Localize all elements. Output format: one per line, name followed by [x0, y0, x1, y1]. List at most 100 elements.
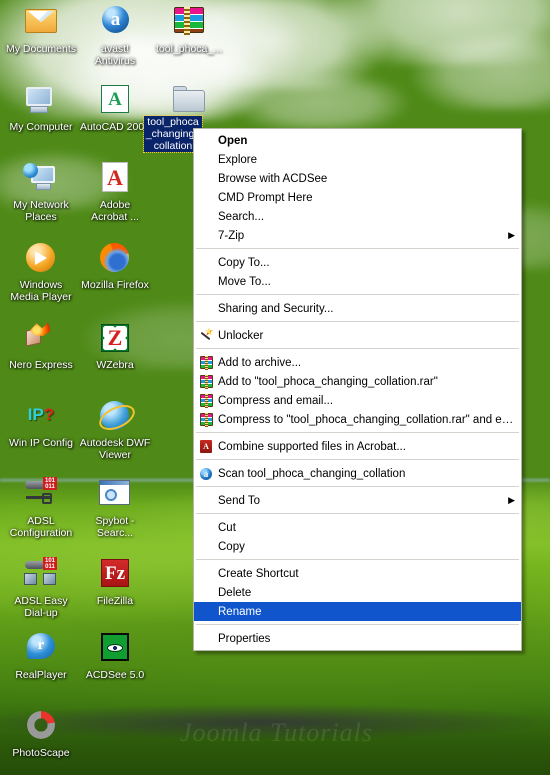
menu-item-compress-email[interactable]: Compress and email...: [194, 391, 521, 410]
menu-item-label: Send To: [218, 494, 260, 507]
desktop-icon-adobe-acrobat[interactable]: AdobeAcrobat ...: [78, 160, 152, 223]
menu-separator: [196, 624, 519, 626]
desktop-icon-label: My Computer: [9, 121, 73, 133]
desktop-icon-autodesk-dwf-viewer[interactable]: Autodesk DWF Viewer: [78, 398, 152, 461]
menu-item-label: Properties: [218, 632, 271, 645]
desktop-icon-label: PhotoScape: [12, 747, 70, 759]
desktop-icon-nero-express[interactable]: Nero Express: [4, 320, 78, 371]
menu-separator: [196, 513, 519, 515]
menu-item-copy-to[interactable]: Copy To...: [194, 253, 521, 272]
rar-icon: [198, 374, 216, 390]
menu-item-icon-empty: [198, 228, 216, 244]
menu-item-icon-empty: [198, 209, 216, 225]
desktop-icon-autocad-2007[interactable]: A AutoCAD 2007: [78, 82, 152, 133]
rar-icon: [198, 412, 216, 428]
menu-item-properties[interactable]: Properties: [194, 629, 521, 648]
menu-item-copy[interactable]: Copy: [194, 537, 521, 556]
tool-phoca-folder-icon: [171, 82, 207, 118]
desktop-icon-wzebra[interactable]: WZebra: [78, 320, 152, 371]
menu-item-icon-empty: [198, 274, 216, 290]
menu-item-icon-empty: [198, 190, 216, 206]
desktop-icon-win-ip-config[interactable]: IP? Win IP Config: [4, 398, 78, 449]
desktop-screen: Joomla Tutorials My Documentsaavast!Anti…: [0, 0, 550, 775]
desktop-icon-adsl-configuration[interactable]: 101 011 ADSL Configuration: [4, 476, 78, 539]
menu-item-icon-empty: [198, 133, 216, 149]
menu-item-label: Copy: [218, 540, 245, 553]
acdsee-50-icon: [97, 630, 133, 666]
menu-item-label: Add to "tool_phoca_changing_collation.ra…: [218, 375, 438, 388]
menu-item-icon-empty: [198, 171, 216, 187]
desktop-icon-label: ADSL Easy Dial-up: [14, 595, 68, 619]
menu-separator: [196, 321, 519, 323]
menu-item-icon-empty: [198, 152, 216, 168]
rar-icon: [198, 393, 216, 409]
menu-item-icon-empty: [198, 604, 216, 620]
avast-antivirus-icon: a: [97, 4, 133, 40]
desktop-icon-label: Adobe Acrobat ...: [91, 199, 139, 223]
desktop-icon-adsl-easy-dialup[interactable]: 101 011 ADSL Easy Dial-up: [4, 556, 78, 619]
menu-item-send-to[interactable]: Send To ▶: [194, 491, 521, 510]
windows-media-player-icon: [23, 240, 59, 276]
desktop-icon-filezilla[interactable]: Fz FileZilla: [78, 556, 152, 607]
menu-item-compress-to-email[interactable]: Compress to "tool_phoca_changing_collati…: [194, 410, 521, 429]
menu-item-icon-empty: [198, 520, 216, 536]
menu-item-label: Sharing and Security...: [218, 302, 334, 315]
menu-item-browse-acdsee[interactable]: Browse with ACDSee: [194, 169, 521, 188]
menu-item-scan[interactable]: a Scan tool_phoca_changing_collation: [194, 464, 521, 483]
nero-express-icon: [23, 320, 59, 356]
menu-item-move-to[interactable]: Move To...: [194, 272, 521, 291]
my-documents-icon: [23, 4, 59, 40]
chevron-right-icon: ▶: [508, 230, 515, 240]
desktop-icon-my-documents[interactable]: My Documents: [4, 4, 78, 55]
menu-item-icon-empty: [198, 301, 216, 317]
mozilla-firefox-icon: [97, 240, 133, 276]
menu-item-combine-acrobat[interactable]: A Combine supported files in Acrobat...: [194, 437, 521, 456]
desktop-icon-my-computer[interactable]: My Computer: [4, 82, 78, 133]
desktop-icon-windows-media-player[interactable]: Windows Media Player: [4, 240, 78, 303]
desktop-icon-mozilla-firefox[interactable]: Mozilla Firefox: [78, 240, 152, 291]
menu-item-add-to-archive[interactable]: Add to archive...: [194, 353, 521, 372]
menu-item-label: Add to archive...: [218, 356, 302, 369]
desktop-icon-label: AutoCAD 2007: [79, 121, 151, 133]
menu-separator: [196, 559, 519, 561]
menu-item-label: Cut: [218, 521, 236, 534]
menu-item-label: Compress and email...: [218, 394, 334, 407]
menu-item-create-shortcut[interactable]: Create Shortcut: [194, 564, 521, 583]
desktop-icon-acdsee-50[interactable]: ACDSee 5.0: [78, 630, 152, 681]
menu-item-cut[interactable]: Cut: [194, 518, 521, 537]
desktop-icon-label: ADSL Configuration: [9, 515, 73, 539]
menu-item-rename[interactable]: Rename: [194, 602, 521, 621]
context-menu[interactable]: Open Explore Browse with ACDSee CMD Prompt …: [193, 128, 522, 651]
menu-item-open[interactable]: Open: [194, 131, 521, 150]
menu-item-label: Search...: [218, 210, 265, 223]
desktop-icon-spybot-search[interactable]: Spybot - Searc...: [78, 476, 152, 539]
desktop-icon-label: tool_phoca_...: [156, 43, 222, 55]
menu-item-sharing-security[interactable]: Sharing and Security...: [194, 299, 521, 318]
menu-separator: [196, 432, 519, 434]
desktop-icon-tool-phoca-rar[interactable]: tool_phoca_...: [152, 4, 226, 55]
menu-item-delete[interactable]: Delete: [194, 583, 521, 602]
menu-item-cmd-prompt-here[interactable]: CMD Prompt Here: [194, 188, 521, 207]
desktop-icon-label: Windows Media Player: [10, 279, 72, 303]
menu-item-label: Delete: [218, 586, 252, 599]
menu-item-label: Rename: [218, 605, 262, 618]
adobe-acrobat-icon: [97, 160, 133, 196]
desktop-icon-label: Nero Express: [9, 359, 73, 371]
win-ip-config-icon: IP?: [27, 405, 55, 424]
desktop-icon-photoscape[interactable]: PhotoScape: [4, 708, 78, 759]
menu-item-7-zip[interactable]: 7-Zip ▶: [194, 226, 521, 245]
menu-item-explore[interactable]: Explore: [194, 150, 521, 169]
menu-item-label: Open: [218, 134, 248, 147]
desktop-icon-my-network-places[interactable]: My Network Places: [4, 160, 78, 223]
desktop-icon-label: Spybot - Searc...: [95, 515, 135, 539]
menu-item-label: Create Shortcut: [218, 567, 299, 580]
menu-item-add-to-rar[interactable]: Add to "tool_phoca_changing_collation.ra…: [194, 372, 521, 391]
desktop-icon-avast-antivirus[interactable]: a avast! Antivirus: [78, 4, 152, 67]
desktop-icon-realplayer[interactable]: r RealPlayer: [4, 630, 78, 681]
menu-item-search[interactable]: Search...: [194, 207, 521, 226]
menu-item-label: CMD Prompt Here: [218, 191, 313, 204]
menu-item-unlocker[interactable]: Unlocker: [194, 326, 521, 345]
unlocker-icon: [198, 328, 216, 344]
menu-item-label: 7-Zip: [218, 229, 245, 242]
spybot-search-icon: [97, 476, 133, 512]
